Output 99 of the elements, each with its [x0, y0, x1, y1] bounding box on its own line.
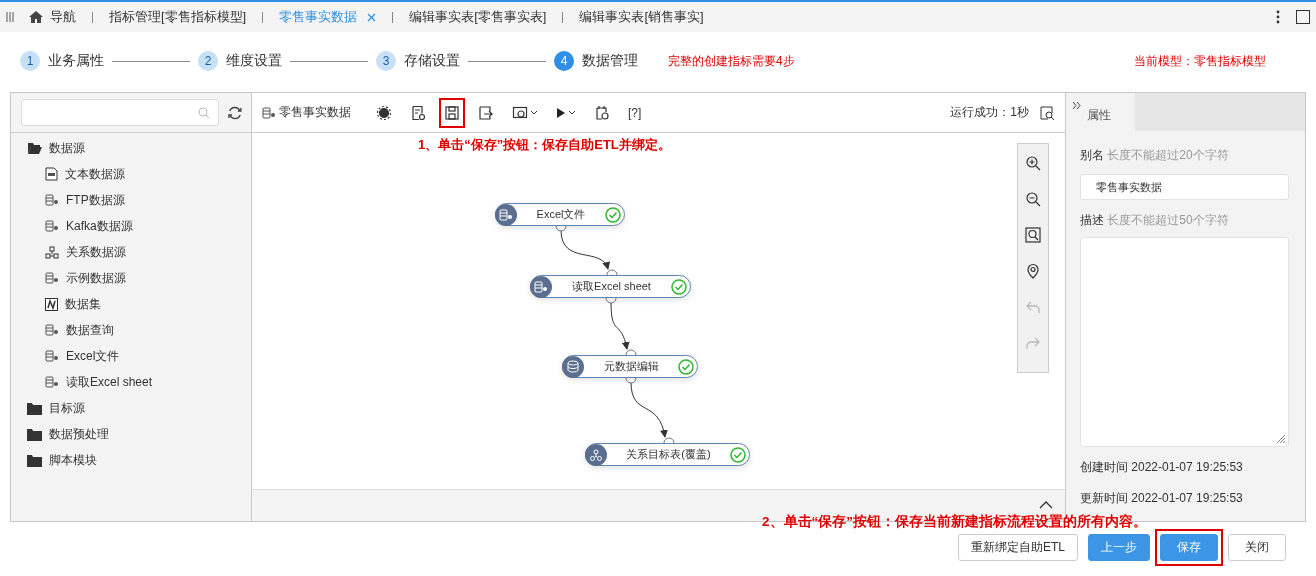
- check-icon: [730, 446, 746, 463]
- tree-item[interactable]: 读取Excel sheet: [11, 369, 251, 395]
- current-model: 当前模型：零售指标模型: [1134, 52, 1266, 70]
- step[interactable]: 2 维度设置: [198, 51, 282, 71]
- tree-item[interactable]: 示例数据源: [11, 265, 251, 291]
- step[interactable]: 3 存储设置: [376, 51, 460, 71]
- database-icon: [45, 324, 59, 336]
- folder-icon: [27, 427, 42, 441]
- gear-icon: [376, 104, 392, 121]
- database-icon: [45, 376, 59, 388]
- refresh-icon[interactable]: [227, 104, 243, 121]
- fit-view-icon: [1025, 227, 1041, 243]
- tree-item[interactable]: Excel文件: [11, 343, 251, 369]
- save-icon: [444, 104, 460, 121]
- tree-item[interactable]: Kafka数据源: [11, 213, 251, 239]
- help-button[interactable]: [?]: [623, 97, 649, 128]
- node-label: 读取Excel sheet: [571, 279, 652, 294]
- connector-arrow: [560, 229, 609, 270]
- connector-arrow: [630, 381, 668, 438]
- resize-handle-icon: [1276, 434, 1286, 444]
- folder-icon: [27, 401, 42, 415]
- tab[interactable]: 编辑事实表[销售事实]: [579, 8, 704, 26]
- database-icon: [262, 106, 276, 119]
- flow-node[interactable]: 关系目标表(覆盖): [585, 443, 750, 466]
- home-icon: [28, 10, 44, 24]
- document-icon: [45, 167, 58, 181]
- check-icon: [678, 358, 694, 375]
- clipboard-clock-icon: [594, 104, 610, 121]
- field-label: 别名 长度不能超过20个字符: [1080, 147, 1230, 164]
- database-icon: [45, 272, 59, 284]
- undo-icon: [1025, 300, 1041, 314]
- created-time: 创建时间 2022-01-07 19:25:53: [1080, 459, 1244, 476]
- step[interactable]: 4 数据管理: [554, 51, 638, 71]
- updated-time: 更新时间 2022-01-07 19:25:53: [1080, 490, 1244, 507]
- tree-item[interactable]: 数据预处理: [11, 421, 251, 447]
- flow-node[interactable]: Excel文件: [495, 203, 625, 226]
- folder-icon: [27, 453, 42, 467]
- network-icon: [590, 448, 602, 461]
- step-hint: 完整的创建指标需要4步: [668, 52, 795, 70]
- tree-item[interactable]: 数据集: [11, 291, 251, 317]
- database-icon: [534, 280, 548, 293]
- zoom-in-icon: [1025, 155, 1041, 171]
- relation-icon: [45, 245, 59, 259]
- double-chevron-icon[interactable]: [1072, 101, 1081, 110]
- node-label: 关系目标表(覆盖): [625, 447, 712, 462]
- monitor-gear-icon: [512, 104, 528, 121]
- close-icon[interactable]: [367, 12, 377, 22]
- database-icon: [45, 194, 59, 206]
- database-icon: [45, 220, 59, 232]
- connector-arrow: [610, 301, 630, 350]
- tab[interactable]: 指标管理[零售指标模型]: [109, 8, 247, 26]
- tree-item[interactable]: 脚本模块: [11, 447, 251, 473]
- fit-button[interactable]: [1022, 224, 1044, 246]
- zoom-out-icon: [1025, 191, 1041, 207]
- flow-title: 零售事实数据: [262, 104, 351, 121]
- database-icon: [499, 208, 513, 221]
- node-label: 元数据编辑: [602, 359, 660, 374]
- tree-item[interactable]: 文本数据源: [11, 161, 251, 187]
- step[interactable]: 1 业务属性: [20, 51, 104, 71]
- location-pin-icon: [1025, 263, 1041, 279]
- alias-field[interactable]: 零售事实数据: [1080, 174, 1289, 200]
- flow-node[interactable]: 读取Excel sheet: [530, 275, 691, 298]
- tree-item[interactable]: 数据查询: [11, 317, 251, 343]
- open-folder-icon: [27, 141, 42, 155]
- footer-button[interactable]: 关闭: [1228, 534, 1286, 561]
- tab-label: 属性: [1087, 107, 1111, 124]
- flow-node[interactable]: 元数据编辑: [562, 355, 698, 378]
- annotation: 1、单击“保存”按钮：保存自助ETL并绑定。: [418, 136, 671, 154]
- document-clock-icon: [410, 104, 426, 121]
- tree-item[interactable]: FTP数据源: [11, 187, 251, 213]
- check-icon: [605, 206, 621, 223]
- field-label: 描述 长度不能超过50个字符: [1080, 212, 1230, 229]
- database-icon: [567, 360, 579, 373]
- redo-icon: [1025, 336, 1041, 350]
- chevron-up-icon[interactable]: [1039, 500, 1053, 510]
- caret-icon: [530, 110, 538, 115]
- more-icon[interactable]: [1276, 10, 1280, 24]
- maximize-icon[interactable]: [1296, 10, 1310, 24]
- caret-icon: [568, 110, 576, 115]
- footer-button[interactable]: 重新绑定自助ETL: [958, 534, 1078, 561]
- database-icon: [45, 350, 59, 362]
- search-icon: [198, 106, 211, 119]
- export-icon: [478, 104, 494, 121]
- tree-item[interactable]: 目标源: [11, 395, 251, 421]
- search-icon[interactable]: [1039, 104, 1055, 121]
- description-field[interactable]: [1080, 237, 1289, 447]
- save-button[interactable]: [439, 97, 465, 128]
- tree-item[interactable]: 数据源: [11, 135, 251, 161]
- play-icon: [556, 106, 566, 119]
- tree-item[interactable]: 关系数据源: [11, 239, 251, 265]
- tab[interactable]: 编辑事实表[零售事实表]: [409, 8, 547, 26]
- run-status: 运行成功：1秒: [950, 104, 1029, 121]
- search-field[interactable]: [21, 99, 220, 126]
- annotation: 2、单击“保存”按钮：保存当前新建指标流程设置的所有内容。: [762, 514, 1147, 530]
- nav-tab[interactable]: 导航: [28, 8, 76, 26]
- node-label: Excel文件: [535, 207, 587, 222]
- chart-icon: [45, 297, 58, 311]
- check-icon: [671, 278, 687, 295]
- properties-tab[interactable]: 属性: [1066, 93, 1135, 131]
